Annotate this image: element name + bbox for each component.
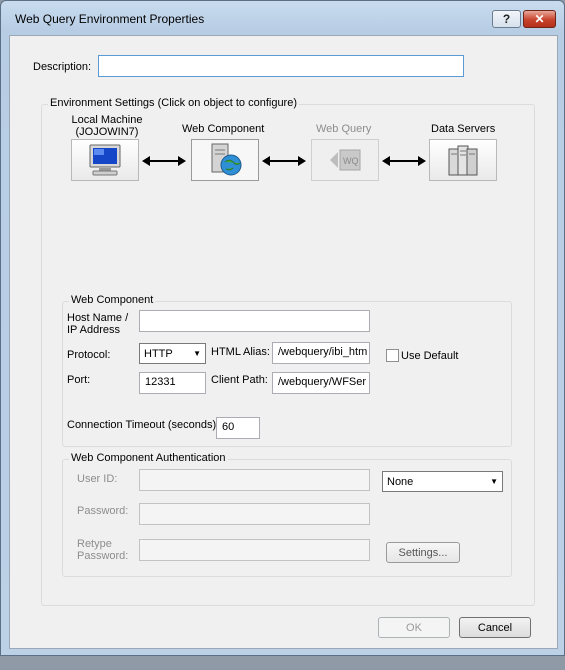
use-default-checkbox[interactable] xyxy=(386,349,399,362)
connector-arrow-3 xyxy=(382,156,426,166)
password-input[interactable] xyxy=(139,503,370,525)
web-query-icon: WQ xyxy=(330,149,361,171)
description-label: Description: xyxy=(33,61,92,73)
user-id-input[interactable] xyxy=(139,469,370,491)
html-alias-input[interactable]: /webquery/ibi_htm xyxy=(272,342,370,364)
retype-password-label: Retype Password: xyxy=(77,538,129,562)
protocol-label: Protocol: xyxy=(67,349,111,361)
data-servers-node[interactable] xyxy=(429,139,497,181)
node-label-web-component: Web Component xyxy=(182,123,265,135)
authentication-mode-select[interactable]: None ▼ xyxy=(382,471,503,492)
chevron-down-icon: ▼ xyxy=(490,477,498,486)
connection-timeout-input[interactable]: 60 xyxy=(216,417,260,439)
node-label-web-query: Web Query xyxy=(316,123,372,135)
node-label-data-servers: Data Servers xyxy=(431,123,496,135)
password-label: Password: xyxy=(77,505,129,517)
close-button[interactable]: ✕ xyxy=(523,10,556,28)
protocol-select[interactable]: HTTP ▼ xyxy=(139,343,206,364)
local-machine-node[interactable] xyxy=(71,139,139,181)
connector-arrow-1 xyxy=(142,156,186,166)
host-name-label: Host Name / IP Address xyxy=(67,312,129,336)
data-servers-icon xyxy=(448,145,478,176)
web-query-icon-text: WQ xyxy=(343,156,359,166)
title-bar[interactable]: Web Query Environment Properties ? ✕ xyxy=(1,1,564,33)
authentication-mode-value: None xyxy=(387,475,414,488)
help-button[interactable]: ? xyxy=(492,10,521,28)
computer-icon xyxy=(89,144,121,176)
web-query-node[interactable]: WQ xyxy=(311,139,379,181)
user-id-label: User ID: xyxy=(77,473,118,485)
port-input[interactable]: 12331 xyxy=(139,372,206,394)
close-icon: ✕ xyxy=(534,12,545,26)
web-server-globe-icon xyxy=(211,143,242,176)
chevron-down-icon: ▼ xyxy=(193,349,201,358)
description-input[interactable] xyxy=(98,55,464,77)
window-title: Web Query Environment Properties xyxy=(15,12,205,26)
protocol-value: HTTP xyxy=(144,347,173,360)
dialog-client-area: Description: Environment Settings (Click… xyxy=(9,35,558,649)
html-alias-label: HTML Alias: xyxy=(211,346,270,358)
node-label-local-machine: Local Machine (JOJOWIN7) xyxy=(71,114,143,138)
cancel-button[interactable]: Cancel xyxy=(459,617,531,638)
connector-arrow-2 xyxy=(262,156,306,166)
client-path-input[interactable]: /webquery/WFSer xyxy=(272,372,370,394)
help-icon: ? xyxy=(502,12,511,26)
web-component-node[interactable] xyxy=(191,139,259,181)
connection-timeout-label: Connection Timeout (seconds) xyxy=(67,419,217,431)
client-path-label: Client Path: xyxy=(211,374,268,386)
environment-settings-title: Environment Settings (Click on object to… xyxy=(48,97,300,109)
use-default-label: Use Default xyxy=(401,350,459,362)
web-component-group-title: Web Component xyxy=(69,294,156,306)
host-name-input[interactable] xyxy=(139,310,370,332)
port-label: Port: xyxy=(67,374,91,386)
authentication-group-title: Web Component Authentication xyxy=(69,452,228,464)
retype-password-input[interactable] xyxy=(139,539,370,561)
settings-button[interactable]: Settings... xyxy=(386,542,460,563)
ok-button[interactable]: OK xyxy=(378,617,450,638)
dialog-window: Web Query Environment Properties ? ✕ Des… xyxy=(0,0,565,656)
